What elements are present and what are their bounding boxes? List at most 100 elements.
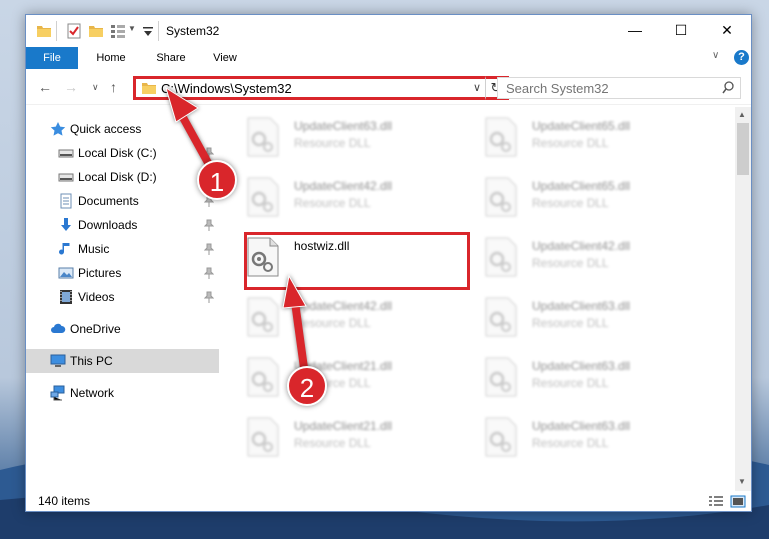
file-type: Resource DLL — [532, 376, 609, 390]
recent-locations-icon[interactable]: ∨ — [92, 82, 99, 93]
file-type: Resource DLL — [532, 136, 609, 150]
file-type: Resource DLL — [294, 436, 371, 450]
back-arrow-icon[interactable]: ← — [38, 79, 52, 95]
file-name: UpdateClient63.dll — [532, 299, 631, 313]
status-bar: 140 items — [26, 491, 751, 511]
close-icon: ✕ — [721, 21, 733, 38]
file-item[interactable]: UpdateClient63.dll Resource DLL — [484, 417, 709, 475]
large-icons-view-icon[interactable] — [730, 495, 746, 508]
maximize-button[interactable]: ☐ — [658, 15, 704, 45]
file-item[interactable]: UpdateClient63.dll Resource DLL — [484, 357, 709, 415]
address-dropdown-icon[interactable]: ∨ — [473, 81, 481, 94]
drive-icon — [58, 173, 74, 182]
downloads-icon — [61, 218, 71, 231]
file-type: Resource DLL — [532, 196, 609, 210]
scroll-down-icon[interactable]: ▼ — [738, 477, 746, 486]
scroll-thumb[interactable] — [737, 123, 749, 175]
sidebar-item-documents[interactable]: Documents — [26, 189, 219, 213]
dll-file-icon — [485, 177, 517, 217]
sidebar-item-local-disk-d[interactable]: Local Disk (D:) — [26, 165, 219, 189]
minimize-icon: — — [628, 22, 642, 38]
view-options-dropdown-icon[interactable]: ▼ — [128, 24, 136, 33]
pictures-icon — [58, 267, 74, 279]
sidebar-item-videos[interactable]: Videos — [26, 285, 219, 309]
tab-view[interactable]: View — [204, 47, 246, 69]
file-type: Resource DLL — [294, 316, 371, 330]
file-name: UpdateClient65.dll — [532, 179, 631, 193]
file-type: Resource DLL — [532, 436, 609, 450]
scroll-up-icon[interactable]: ▲ — [738, 110, 746, 119]
file-item[interactable]: UpdateClient63.dll Resource DLL — [484, 297, 709, 355]
tab-file[interactable]: File — [26, 47, 78, 69]
vertical-scrollbar[interactable]: ▲ ▼ — [735, 107, 751, 491]
forward-arrow-icon[interactable]: → — [64, 79, 78, 95]
ribbon-tabs: File Home Share View ∨ ? — [26, 47, 751, 69]
dll-file-icon — [247, 417, 279, 457]
dll-file-icon — [247, 297, 279, 337]
file-item[interactable]: UpdateClient21.dll Resource DLL — [246, 357, 471, 415]
music-icon — [59, 243, 70, 255]
file-type: Resource DLL — [532, 316, 609, 330]
minimize-button[interactable]: — — [612, 15, 658, 45]
view-options-icon[interactable] — [110, 23, 126, 39]
address-bar[interactable]: C:\Windows\System32 ∨ — [133, 76, 485, 100]
file-list: UpdateClient63.dll Resource DLL UpdateCl… — [224, 107, 734, 491]
dll-file-icon — [247, 117, 279, 157]
dll-file-icon — [247, 357, 279, 397]
search-input[interactable] — [506, 81, 706, 96]
tab-share[interactable]: Share — [146, 47, 196, 69]
pin-icon[interactable] — [204, 267, 214, 279]
file-item[interactable]: UpdateClient42.dll Resource DLL — [484, 237, 709, 295]
file-name: UpdateClient42.dll — [294, 179, 393, 193]
file-item[interactable]: UpdateClient63.dll Resource DLL — [246, 117, 471, 175]
sidebar-item-quick-access[interactable]: Quick access — [26, 117, 219, 141]
sidebar-item-this-pc[interactable]: This PC — [26, 349, 219, 373]
window-title: System32 — [166, 24, 220, 38]
file-name: UpdateClient63.dll — [532, 419, 631, 433]
file-name: UpdateClient42.dll — [294, 299, 393, 313]
sidebar-item-onedrive[interactable]: OneDrive — [26, 317, 219, 341]
search-box[interactable] — [497, 77, 741, 99]
file-name: UpdateClient21.dll — [294, 419, 393, 433]
item-count: 140 items — [38, 494, 91, 508]
file-item[interactable]: UpdateClient65.dll Resource DLL — [484, 117, 709, 175]
sidebar-item-downloads[interactable]: Downloads — [26, 213, 219, 237]
sidebar-item-music[interactable]: Music — [26, 237, 219, 261]
star-icon — [50, 122, 66, 136]
sidebar-item-local-disk-c[interactable]: Local Disk (C:) — [26, 141, 219, 165]
details-view-icon[interactable] — [708, 495, 724, 508]
tab-home[interactable]: Home — [86, 47, 136, 69]
sidebar-item-network[interactable]: Network — [26, 381, 219, 405]
pin-icon[interactable] — [204, 147, 214, 159]
sidebar-item-label: This PC — [70, 354, 113, 368]
file-item[interactable]: UpdateClient21.dll Resource DLL — [246, 417, 471, 475]
help-icon[interactable]: ? — [734, 50, 749, 65]
expand-ribbon-icon[interactable]: ∨ — [712, 50, 719, 61]
search-icon[interactable] — [722, 81, 734, 94]
address-path[interactable]: C:\Windows\System32 — [161, 81, 292, 96]
close-button[interactable]: ✕ — [704, 15, 750, 45]
pin-icon[interactable] — [204, 243, 214, 255]
sidebar-item-label: Downloads — [78, 218, 138, 232]
dll-file-icon — [485, 297, 517, 337]
file-type: Resource DLL — [294, 196, 371, 210]
step-2-badge: 2 — [287, 366, 327, 406]
sidebar-item-pictures[interactable]: Pictures — [26, 261, 219, 285]
file-name: UpdateClient63.dll — [294, 119, 393, 133]
up-arrow-icon[interactable]: ↑ — [110, 79, 117, 95]
folder-icon — [37, 26, 51, 37]
file-item[interactable]: UpdateClient42.dll Resource DLL — [246, 177, 471, 235]
pin-icon[interactable] — [204, 219, 214, 231]
pin-icon[interactable] — [204, 291, 214, 303]
dll-file-icon — [485, 357, 517, 397]
file-item[interactable]: UpdateClient42.dll Resource DLL — [246, 297, 471, 355]
drive-icon — [58, 149, 74, 158]
file-item[interactable]: UpdateClient65.dll Resource DLL — [484, 177, 709, 235]
file-type: Resource DLL — [294, 136, 371, 150]
new-folder-icon[interactable] — [88, 23, 104, 39]
properties-icon[interactable] — [66, 23, 82, 39]
file-name: UpdateClient65.dll — [532, 119, 631, 133]
file-type: Resource DLL — [532, 256, 609, 270]
customize-quick-access-icon[interactable] — [140, 23, 156, 39]
file-name: UpdateClient42.dll — [532, 239, 631, 253]
